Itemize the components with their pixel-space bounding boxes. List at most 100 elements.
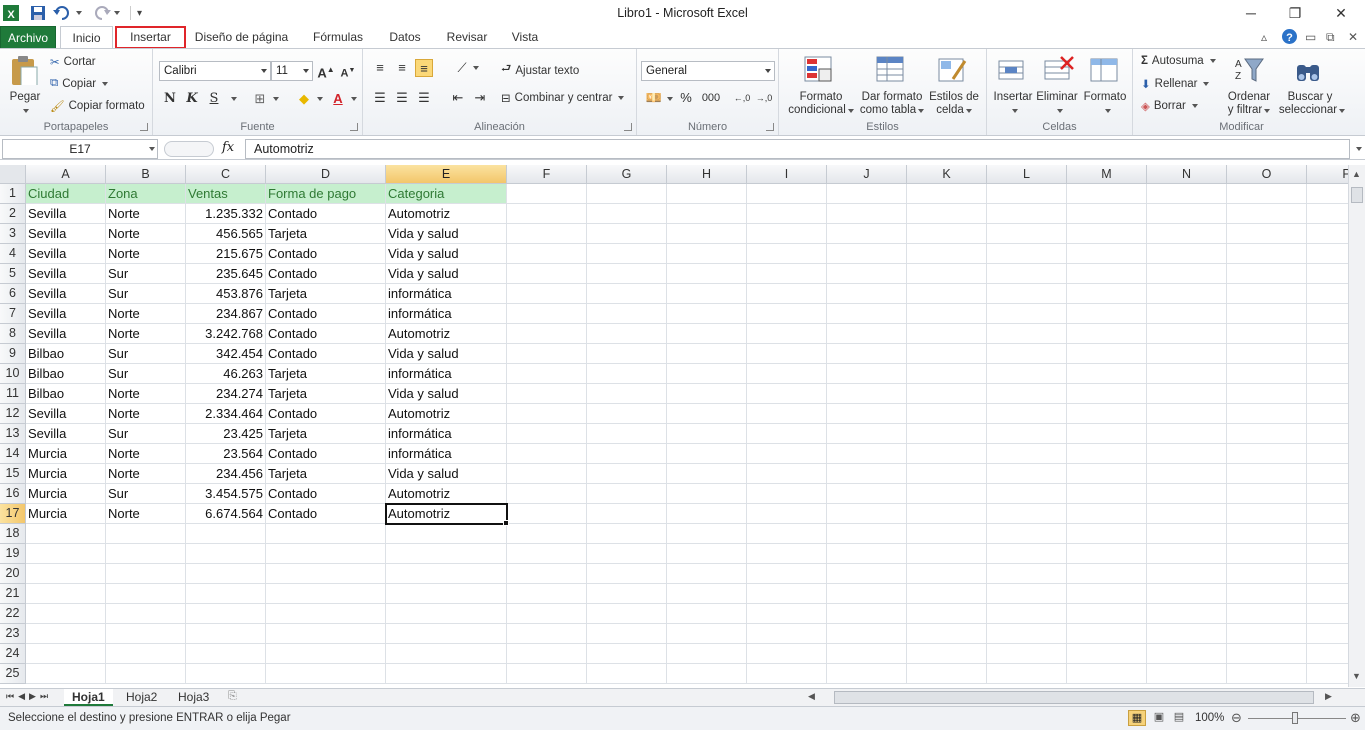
row-header-21[interactable]: 21 bbox=[0, 584, 26, 604]
cell-j24[interactable] bbox=[827, 644, 907, 664]
conditional-format-dropdown-icon[interactable] bbox=[847, 109, 854, 113]
cell-b21[interactable] bbox=[106, 584, 186, 604]
workbook-minimize-icon[interactable]: ▭ bbox=[1305, 30, 1316, 46]
cell-e7[interactable]: informática bbox=[386, 304, 507, 324]
column-header-k[interactable]: K bbox=[907, 165, 987, 184]
cell-b3[interactable]: Norte bbox=[106, 224, 186, 244]
align-top-icon[interactable]: ≡ bbox=[371, 59, 389, 77]
cell-g3[interactable] bbox=[587, 224, 667, 244]
cell-o18[interactable] bbox=[1227, 524, 1307, 544]
cell-d7[interactable]: Contado bbox=[266, 304, 386, 324]
cell-i2[interactable] bbox=[747, 204, 827, 224]
cell-a15[interactable]: Murcia bbox=[26, 464, 106, 484]
cell-p24[interactable] bbox=[1307, 644, 1348, 664]
cell-k5[interactable] bbox=[907, 264, 987, 284]
font-launcher-icon[interactable] bbox=[350, 123, 358, 131]
cell-p15[interactable] bbox=[1307, 464, 1348, 484]
cell-k4[interactable] bbox=[907, 244, 987, 264]
cell-styles-icon[interactable] bbox=[937, 55, 969, 85]
help-icon[interactable]: ? bbox=[1281, 28, 1298, 44]
cell-c3[interactable]: 456.565 bbox=[186, 224, 266, 244]
cell-j12[interactable] bbox=[827, 404, 907, 424]
cell-h2[interactable] bbox=[667, 204, 747, 224]
name-box-dropdown-icon[interactable] bbox=[149, 147, 155, 151]
cell-e17[interactable]: Automotriz bbox=[386, 504, 507, 524]
cell-d10[interactable]: Tarjeta bbox=[266, 364, 386, 384]
cell-f14[interactable] bbox=[507, 444, 587, 464]
cell-g8[interactable] bbox=[587, 324, 667, 344]
insert-function-button[interactable]: fx bbox=[222, 140, 234, 155]
cell-h9[interactable] bbox=[667, 344, 747, 364]
cell-j16[interactable] bbox=[827, 484, 907, 504]
cell-k24[interactable] bbox=[907, 644, 987, 664]
cell-k9[interactable] bbox=[907, 344, 987, 364]
cell-l20[interactable] bbox=[987, 564, 1067, 584]
cell-d14[interactable]: Contado bbox=[266, 444, 386, 464]
cell-b18[interactable] bbox=[106, 524, 186, 544]
cell-a23[interactable] bbox=[26, 624, 106, 644]
cell-n11[interactable] bbox=[1147, 384, 1227, 404]
percent-button[interactable]: % bbox=[677, 89, 695, 107]
cell-g13[interactable] bbox=[587, 424, 667, 444]
cell-o11[interactable] bbox=[1227, 384, 1307, 404]
cell-l10[interactable] bbox=[987, 364, 1067, 384]
sheet-nav-icons[interactable]: ⏮◀▶⏭ bbox=[6, 691, 52, 702]
row-header-15[interactable]: 15 bbox=[0, 464, 26, 484]
cell-f2[interactable] bbox=[507, 204, 587, 224]
cell-p16[interactable] bbox=[1307, 484, 1348, 504]
cell-m8[interactable] bbox=[1067, 324, 1147, 344]
paste-dropdown-icon[interactable] bbox=[23, 109, 29, 113]
borders-icon[interactable]: ⊞ bbox=[251, 90, 269, 108]
cell-f5[interactable] bbox=[507, 264, 587, 284]
thousands-button[interactable]: 000 bbox=[699, 89, 723, 107]
cell-g2[interactable] bbox=[587, 204, 667, 224]
format-cells-dropdown-icon[interactable] bbox=[1105, 109, 1111, 113]
cell-g9[interactable] bbox=[587, 344, 667, 364]
paste-button[interactable]: Pegar bbox=[4, 91, 46, 104]
cell-a16[interactable]: Murcia bbox=[26, 484, 106, 504]
cell-c18[interactable] bbox=[186, 524, 266, 544]
cell-d18[interactable] bbox=[266, 524, 386, 544]
number-format-combo[interactable]: General bbox=[641, 61, 775, 81]
merge-dropdown-icon[interactable] bbox=[618, 96, 625, 100]
cell-l25[interactable] bbox=[987, 664, 1067, 684]
decrease-indent-icon[interactable]: ⇤ bbox=[449, 89, 467, 107]
cell-m13[interactable] bbox=[1067, 424, 1147, 444]
row-header-19[interactable]: 19 bbox=[0, 544, 26, 564]
cell-i16[interactable] bbox=[747, 484, 827, 504]
font-color-dropdown-icon[interactable] bbox=[351, 97, 357, 101]
cell-j23[interactable] bbox=[827, 624, 907, 644]
cell-m1[interactable] bbox=[1067, 184, 1147, 204]
cell-b1[interactable]: Zona bbox=[106, 184, 186, 204]
font-name-combo[interactable]: Calibri bbox=[159, 61, 271, 81]
cell-i23[interactable] bbox=[747, 624, 827, 644]
cell-g15[interactable] bbox=[587, 464, 667, 484]
cell-k7[interactable] bbox=[907, 304, 987, 324]
sheet-tab-hoja2[interactable]: Hoja2 bbox=[118, 689, 165, 706]
tab-formulas[interactable]: Fórmulas bbox=[303, 26, 373, 49]
cell-g4[interactable] bbox=[587, 244, 667, 264]
row-header-17[interactable]: 17 bbox=[0, 504, 26, 524]
cell-l16[interactable] bbox=[987, 484, 1067, 504]
cell-j3[interactable] bbox=[827, 224, 907, 244]
bold-button[interactable]: N bbox=[161, 90, 179, 108]
cell-l19[interactable] bbox=[987, 544, 1067, 564]
cell-i11[interactable] bbox=[747, 384, 827, 404]
cell-h7[interactable] bbox=[667, 304, 747, 324]
scroll-up-icon[interactable]: ▲ bbox=[1352, 169, 1361, 179]
cell-o16[interactable] bbox=[1227, 484, 1307, 504]
cell-o5[interactable] bbox=[1227, 264, 1307, 284]
cell-j4[interactable] bbox=[827, 244, 907, 264]
cell-j20[interactable] bbox=[827, 564, 907, 584]
format-cells-icon[interactable] bbox=[1089, 55, 1121, 85]
cell-k18[interactable] bbox=[907, 524, 987, 544]
fill-color-dropdown-icon[interactable] bbox=[317, 97, 323, 101]
row-header-23[interactable]: 23 bbox=[0, 624, 26, 644]
workbook-close-icon[interactable]: ✕ bbox=[1348, 30, 1358, 46]
cell-n2[interactable] bbox=[1147, 204, 1227, 224]
cell-o12[interactable] bbox=[1227, 404, 1307, 424]
cell-f12[interactable] bbox=[507, 404, 587, 424]
cell-i6[interactable] bbox=[747, 284, 827, 304]
cell-c4[interactable]: 215.675 bbox=[186, 244, 266, 264]
cell-c19[interactable] bbox=[186, 544, 266, 564]
